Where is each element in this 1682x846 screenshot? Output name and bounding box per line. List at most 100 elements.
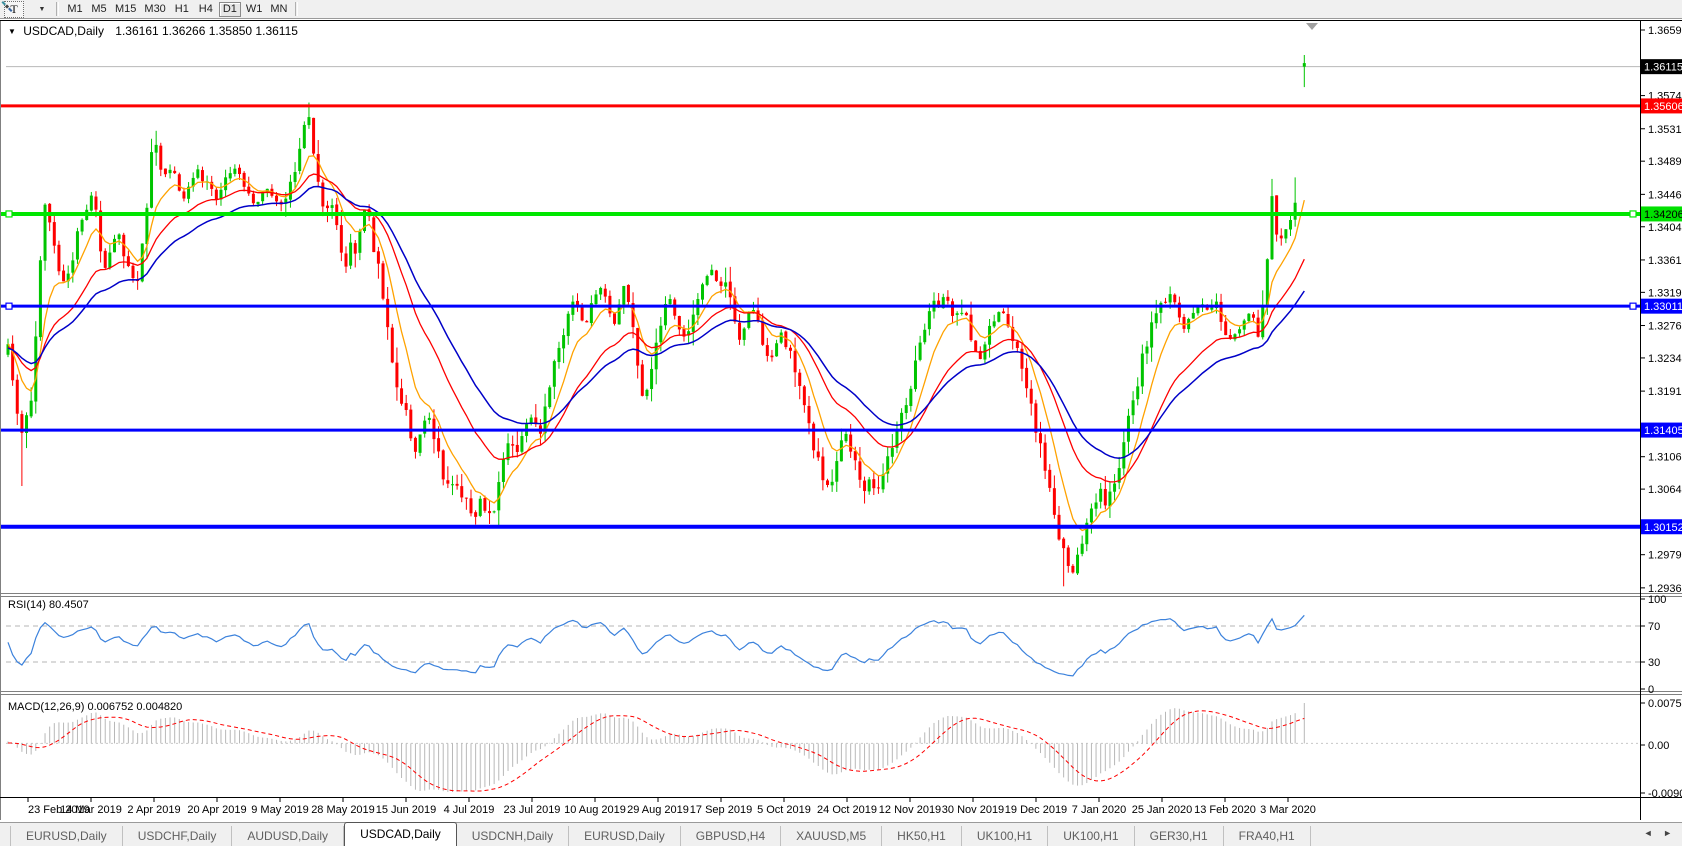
tab-audusd-daily[interactable]: AUDUSD,Daily <box>232 826 344 846</box>
macd-bar <box>1049 743 1050 762</box>
macd-bar <box>716 728 717 743</box>
macd-bar <box>609 715 610 743</box>
macd-bar <box>1258 732 1259 744</box>
tab-usdchf-daily[interactable]: USDCHF,Daily <box>123 826 233 846</box>
time-axis-label: 28 May 2019 <box>311 804 375 816</box>
tab-scroll-arrows[interactable]: ◄ ► <box>1644 828 1676 838</box>
candle-body <box>488 511 491 513</box>
price-badge-label: 1.36115 <box>1644 62 1682 74</box>
candle-body <box>706 276 709 285</box>
candle-body <box>738 323 741 340</box>
macd-bar <box>220 730 221 744</box>
line-handle[interactable] <box>1630 303 1636 309</box>
macd-bar <box>498 743 499 780</box>
macd-bar <box>1128 743 1129 751</box>
macd-bar <box>804 743 805 755</box>
macd-bar <box>63 723 64 744</box>
macd-bar <box>424 743 425 790</box>
macd-bar <box>540 743 541 749</box>
macd-bar <box>1211 715 1212 743</box>
candle-body <box>483 498 486 511</box>
tab-ger30-h1[interactable]: GER30,H1 <box>1135 826 1224 846</box>
macd-bar <box>545 743 546 746</box>
macd-bar <box>633 722 634 744</box>
price-axis-label: 1.32760 <box>1648 321 1682 333</box>
tab-eurusd-daily[interactable]: EURUSD,Daily <box>569 826 681 846</box>
candle-body <box>581 307 584 321</box>
tab-hk50-h1[interactable]: HK50,H1 <box>882 826 962 846</box>
macd-bar <box>1197 713 1198 744</box>
macd-bar <box>355 743 356 755</box>
macd-bar <box>1165 712 1166 744</box>
macd-bar <box>934 723 935 743</box>
collapse-triangle-icon[interactable]: ▼ <box>8 27 16 36</box>
macd-bar <box>480 743 481 788</box>
macd-bar <box>822 743 823 769</box>
macd-bar <box>100 715 101 743</box>
tab-fra40-h1[interactable]: FRA40,H1 <box>1224 826 1311 846</box>
macd-bar <box>484 743 485 787</box>
price-chart-canvas[interactable]: 1.365901.357401.353101.348901.344601.340… <box>0 0 1682 846</box>
candle-body <box>127 256 130 266</box>
candle-body <box>1081 544 1084 554</box>
macd-bar <box>77 720 78 744</box>
tab-uk100-h1[interactable]: UK100,H1 <box>1048 826 1134 846</box>
macd-bar <box>795 743 796 750</box>
price-axis-label: 1.35310 <box>1648 124 1682 136</box>
macd-bar <box>179 719 180 743</box>
tab-usdcnh-daily[interactable]: USDCNH,Daily <box>457 826 569 846</box>
line-handle[interactable] <box>1630 211 1636 217</box>
time-axis-label: 13 Feb 2020 <box>1194 804 1256 816</box>
tab-scroll-left-icon[interactable]: ◄ <box>1644 828 1657 838</box>
tab-uk100-h1[interactable]: UK100,H1 <box>962 826 1048 846</box>
candle-body <box>557 348 560 362</box>
candle-body <box>1095 502 1098 508</box>
macd-bar <box>95 713 96 744</box>
macd-bar <box>1096 743 1097 777</box>
macd-bar <box>295 739 296 743</box>
price-badge-label: 1.30152 <box>1644 522 1682 534</box>
macd-bar <box>896 743 897 759</box>
candle-body <box>604 289 607 297</box>
macd-bar <box>771 743 772 746</box>
macd-bar <box>438 743 439 789</box>
tab-eurusd-daily[interactable]: EURUSD,Daily <box>10 826 123 846</box>
candle-body <box>923 330 926 342</box>
macd-bar <box>994 728 995 743</box>
macd-bar <box>345 743 346 751</box>
candle-body <box>1025 368 1028 388</box>
macd-bar <box>285 741 286 743</box>
rsi-line <box>8 615 1304 676</box>
macd-bar <box>318 733 319 744</box>
macd-bar <box>1031 743 1032 744</box>
macd-bar <box>901 743 902 755</box>
tab-scroll-right-icon[interactable]: ► <box>1663 828 1676 838</box>
macd-bar <box>790 743 791 748</box>
tab-gbpusd-h4[interactable]: GBPUSD,H4 <box>681 826 781 846</box>
line-handle[interactable] <box>6 211 12 217</box>
macd-bar <box>646 737 647 743</box>
macd-bar <box>1253 730 1254 744</box>
candle-body <box>613 313 616 323</box>
candle-body <box>1224 321 1227 335</box>
candle-body <box>437 438 440 451</box>
macd-bar <box>359 743 360 754</box>
macd-bar <box>957 716 958 743</box>
time-axis-label: 25 Jan 2020 <box>1132 804 1193 816</box>
macd-bar <box>859 743 860 769</box>
macd-bar <box>591 716 592 744</box>
candle-body <box>1030 389 1033 404</box>
tab-usdcad-daily[interactable]: USDCAD,Daily <box>344 822 457 846</box>
candle-body <box>951 301 954 316</box>
tab-xauusd-m5[interactable]: XAUUSD,M5 <box>781 826 882 846</box>
candle-body <box>261 193 264 201</box>
chart-shift-marker-icon[interactable] <box>1306 23 1318 30</box>
macd-bar <box>49 727 50 744</box>
candle-body <box>233 169 236 174</box>
macd-bar <box>554 738 555 743</box>
candle-body <box>1252 314 1255 317</box>
macd-bar <box>1045 743 1046 758</box>
line-handle[interactable] <box>6 303 12 309</box>
macd-bar <box>1170 709 1171 743</box>
candle-body <box>974 341 977 352</box>
